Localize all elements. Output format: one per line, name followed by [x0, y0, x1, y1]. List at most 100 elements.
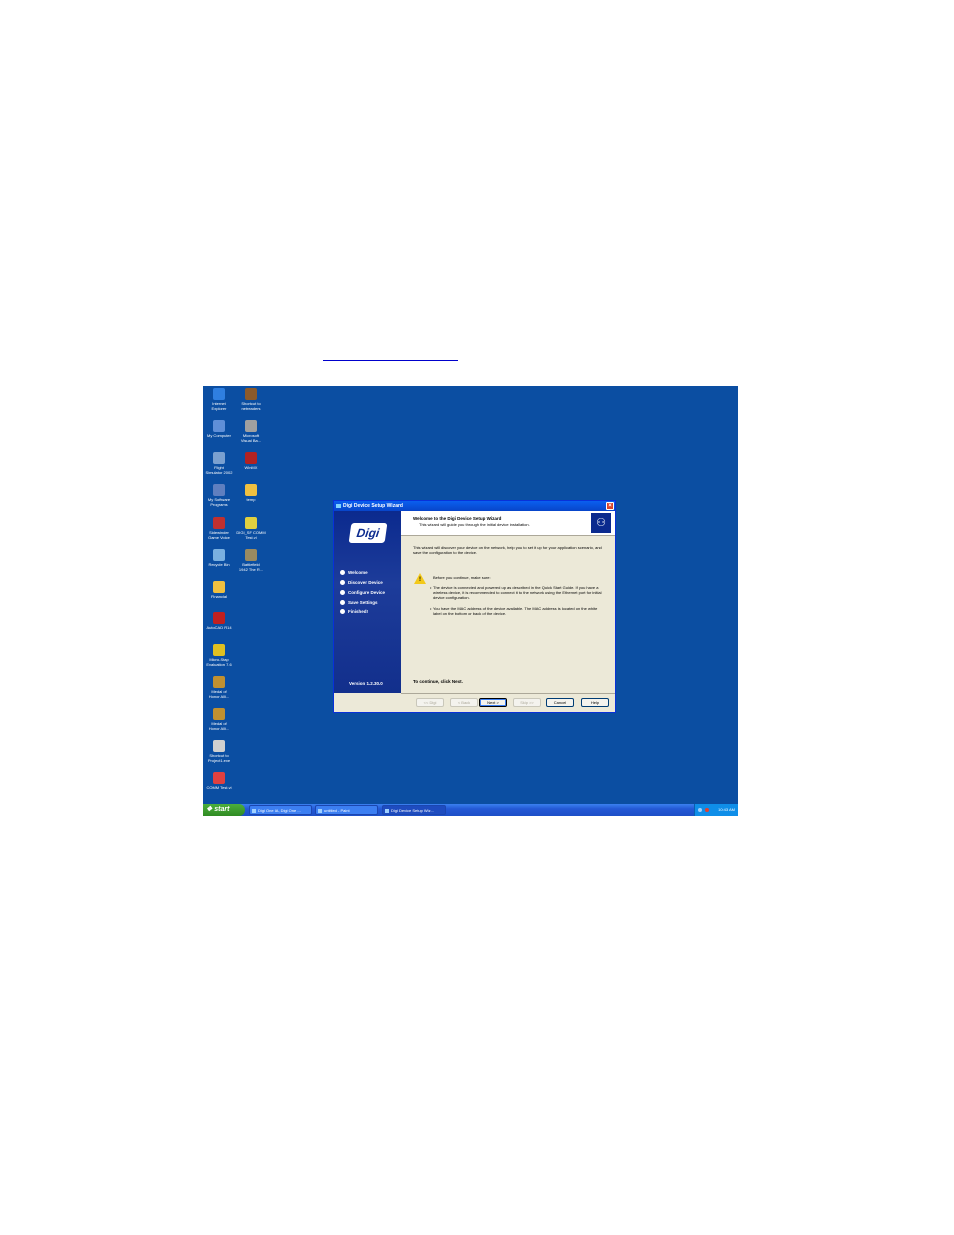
desktop-icon[interactable]: Flight Simulator 2002 — [204, 452, 234, 475]
visual-basic-icon — [245, 420, 257, 432]
clock[interactable]: 10:43 AM — [718, 807, 735, 812]
desktop-icon-label: temp — [246, 497, 256, 502]
version-label: Version 1.2.30.0 — [349, 681, 383, 686]
taskbar-item-digi-one[interactable]: Digi One IA, Digi One ... — [249, 805, 312, 815]
desktop-icon-label: My Computer — [206, 433, 231, 438]
desktop-icon[interactable]: Shortcut to netreaders — [236, 388, 266, 411]
step-label: Configure Device — [348, 590, 386, 595]
task-label: Digi One IA, Digi One ... — [258, 808, 301, 813]
digi-button[interactable]: << Digi — [416, 698, 444, 707]
autocad-r14-icon — [213, 612, 225, 624]
step-save-settings: Save Settings — [340, 600, 378, 606]
desktop-icon[interactable]: WinMX — [236, 452, 266, 470]
desktop: Internet Explorer Shortcut to netreaders M… — [203, 386, 738, 816]
cancel-button[interactable]: Cancel — [546, 698, 574, 707]
desktop-icon[interactable]: Medal of Honor Alli... — [204, 676, 234, 699]
network-icon[interactable] — [698, 808, 702, 812]
step-label: Finished! — [348, 609, 368, 614]
step-label: Welcome — [348, 570, 368, 575]
skip-button[interactable]: Skip >> — [513, 698, 541, 707]
desktop-icon-label: Sidewinder Game Voice — [208, 530, 230, 540]
sidewinder-game-voice-icon — [213, 517, 225, 529]
bullet-dot-icon: • — [430, 585, 432, 590]
desktop-icon[interactable]: Shortcut to Project1.exe — [204, 740, 234, 763]
taskbar: ❖ start Digi One IA, Digi One ... untitl… — [203, 804, 738, 816]
task-label: Digi Device Setup Wiz... — [391, 808, 434, 813]
close-button[interactable]: × — [606, 502, 614, 510]
intro-text: This wizard will discover your device on… — [413, 545, 602, 555]
task-icon — [252, 809, 256, 813]
medal-of-honor-icon — [213, 708, 225, 720]
desktop-icon[interactable]: DIGI_SF COMM Test.vi — [236, 517, 266, 540]
winmx-icon — [245, 452, 257, 464]
antivirus-icon[interactable] — [705, 808, 709, 812]
device-plug-icon: ⚇ — [591, 513, 611, 533]
step-bullet-icon — [340, 570, 345, 576]
desktop-icon-label: Micro-Stap Evaluation 7.6 — [206, 657, 232, 667]
start-button[interactable]: ❖ start — [203, 804, 245, 816]
wizard-title-bar[interactable]: Digi Device Setup Wizard × — [334, 501, 615, 511]
desktop-icon[interactable]: Sidewinder Game Voice — [204, 517, 234, 540]
desktop-icon[interactable]: Microsoft Visual Ba... — [236, 420, 266, 443]
task-label: untitled - Paint — [324, 808, 350, 813]
medal-of-honor-icon — [213, 676, 225, 688]
bullet-text: The device is connected and powered up a… — [433, 585, 602, 600]
desktop-icon-label: WinMX — [244, 465, 258, 470]
step-discover-device: Discover Device — [340, 580, 383, 586]
before-continue-text: Before you continue, make sure: — [433, 575, 491, 580]
digi-setup-wizard-window: Digi Device Setup Wizard × Digi Welcome … — [333, 500, 616, 713]
next-button[interactable]: Next > — [479, 698, 507, 707]
document-link-underline[interactable] — [323, 349, 458, 361]
desktop-icon[interactable]: AutoCAD R14 — [204, 612, 234, 630]
desktop-icon-label: Medal of Honor Alli... — [208, 721, 230, 731]
back-button[interactable]: < Back — [450, 698, 478, 707]
header-title: Welcome to the Digi Device Setup Wizard — [413, 516, 502, 521]
header-subtitle: This wizard will guide you through the i… — [419, 522, 530, 527]
step-label: Save Settings — [348, 600, 378, 605]
help-button[interactable]: Help — [581, 698, 609, 707]
desktop-icon[interactable]: My Computer — [204, 420, 234, 438]
wizard-title: Digi Device Setup Wizard — [343, 503, 403, 509]
taskbar-item-paint[interactable]: untitled - Paint — [315, 805, 378, 815]
desktop-icon[interactable]: Internet Explorer — [204, 388, 234, 411]
bullet-dot-icon: • — [430, 606, 432, 611]
shortcut-project1-icon — [213, 740, 225, 752]
micro-stap-evaluation-icon — [213, 644, 225, 656]
desktop-icon-label: My Software Programs — [207, 497, 231, 507]
desktop-icon-label: Flight Simulator 2002 — [205, 465, 233, 475]
desktop-icon-label: Battlefield 1942 The R... — [238, 562, 264, 572]
step-bullet-icon — [340, 600, 345, 606]
comm-test-icon — [213, 772, 225, 784]
continue-instruction: To continue, click Next. — [413, 679, 463, 684]
digi-logo: Digi — [348, 523, 388, 543]
desktop-icon-label: AutoCAD R14 — [206, 625, 232, 630]
digi-sf-comm-test-icon — [245, 517, 257, 529]
desktop-icon[interactable]: Battlefield 1942 The R... — [236, 549, 266, 572]
step-finished: Finished! — [340, 609, 368, 615]
desktop-icon[interactable]: temp — [236, 484, 266, 502]
step-bullet-icon — [340, 580, 345, 586]
my-software-programs-icon — [213, 484, 225, 496]
desktop-icon[interactable]: Recycle Bin — [204, 549, 234, 567]
desktop-icon[interactable]: Medal of Honor Alli... — [204, 708, 234, 731]
start-label: start — [214, 806, 230, 813]
desktop-icon-label: Recycle Bin — [208, 562, 230, 567]
step-welcome: Welcome — [340, 570, 368, 576]
shortcut-netreaders-icon — [245, 388, 257, 400]
desktop-icon-label: COMM Test.vi — [206, 785, 232, 790]
internet-explorer-icon — [213, 388, 225, 400]
task-icon — [385, 809, 389, 813]
desktop-icon-label: Microsoft Visual Ba... — [240, 433, 262, 443]
task-icon — [318, 809, 322, 813]
step-bullet-icon — [340, 590, 345, 596]
warning-exclamation: ! — [419, 577, 421, 583]
desktop-icon-label: Shortcut to Project1.exe — [207, 753, 231, 763]
financial-folder-icon — [213, 581, 225, 593]
desktop-icon[interactable]: Financial — [204, 581, 234, 599]
digi-app-icon — [336, 504, 341, 508]
desktop-icon[interactable]: COMM Test.vi — [204, 772, 234, 790]
desktop-icon[interactable]: Micro-Stap Evaluation 7.6 — [204, 644, 234, 667]
taskbar-item-setup-wizard[interactable]: Digi Device Setup Wiz... — [382, 805, 446, 815]
desktop-icon[interactable]: My Software Programs — [204, 484, 234, 507]
desktop-icon-label: Shortcut to netreaders — [241, 401, 261, 411]
